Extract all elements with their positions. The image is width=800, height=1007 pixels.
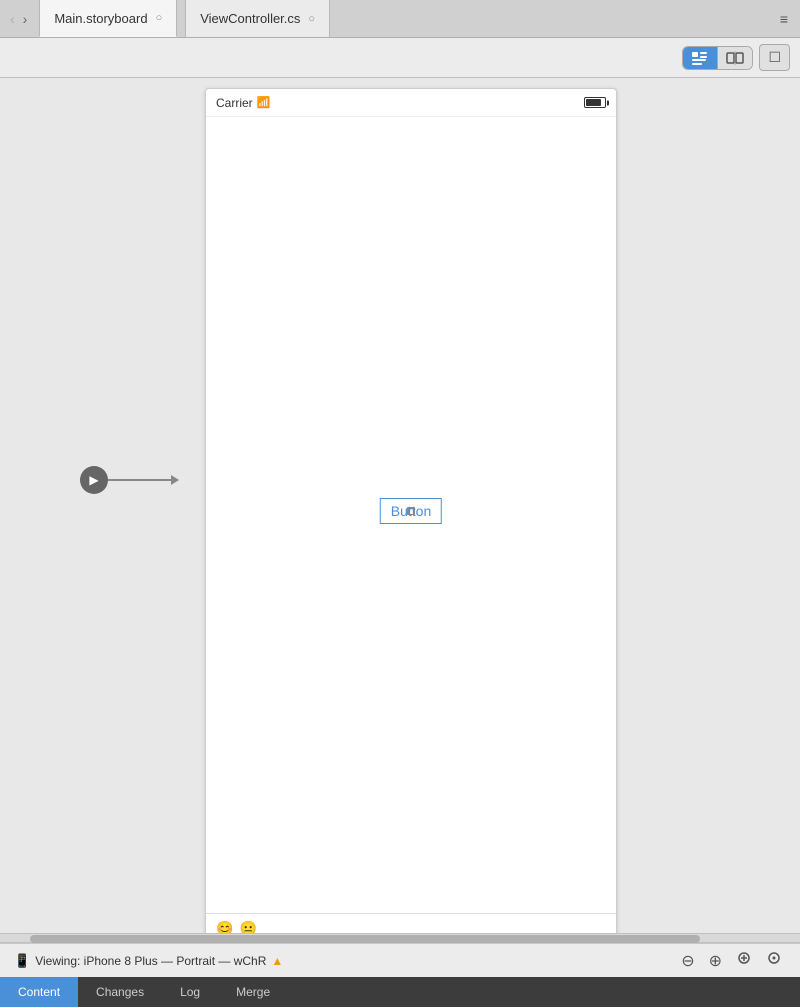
carrier-label: Carrier 📶 [216,96,270,110]
phone-icon: 📱 [14,953,30,969]
tab-log[interactable]: Log [162,977,218,1007]
inspector-button[interactable]: ☐ [759,44,790,71]
tab-dropdown-button[interactable]: ≡ [774,7,794,31]
toolbar: ☐ [0,38,800,78]
bottom-status-bar: 📱 Viewing: iPhone 8 Plus — Portrait — wC… [0,943,800,977]
emoji-smiley-icon: 😊 [216,920,233,933]
tab-merge[interactable]: Merge [218,977,288,1007]
tab-content-label: Content [18,985,60,999]
zoom-out-button[interactable]: ⊖ [677,949,698,973]
tab-log-label: Log [180,985,200,999]
wifi-icon: 📶 [257,96,271,109]
tab-changes-label: Changes [96,985,144,999]
standard-editor-button[interactable] [683,47,718,69]
tab-merge-label: Merge [236,985,270,999]
tab-back-button[interactable]: ‹ [6,10,19,28]
tab-bar: ‹ › Main.storyboard ○ ViewController.cs … [0,0,800,38]
arrow-line [108,479,178,481]
bottom-tab-bar: Content Changes Log Merge [0,977,800,1007]
status-bar: Carrier 📶 [206,89,616,117]
button-label: Button [391,503,431,519]
split-icon [726,51,744,65]
tab-viewcontroller-close[interactable]: ○ [308,13,315,25]
warning-icon[interactable]: ▲ [271,954,283,968]
horizontal-scrollbar[interactable] [0,933,800,943]
zoom-in-button[interactable]: ⊕ [705,949,726,973]
zoom-reset-button[interactable] [762,948,786,973]
tab-changes[interactable]: Changes [78,977,162,1007]
battery-icon [584,97,606,108]
emoji-neutral-icon: 😐 [239,920,256,933]
arrow-circle-icon: ▶ [80,466,108,494]
tab-forward-button[interactable]: › [19,10,32,28]
device-bottom-bar: 😊 😐 [206,913,616,933]
view-content: Button [206,117,616,913]
view-switcher-group [682,46,753,70]
tab-viewcontroller-label: ViewController.cs [200,11,300,26]
canvas-area: ▶ Carrier 📶 [0,78,800,933]
zoom-fit-icon [736,950,752,966]
viewing-info: 📱 Viewing: iPhone 8 Plus — Portrait — wC… [14,953,283,969]
carrier-text: Carrier [216,96,253,110]
tab-main-storyboard-label: Main.storyboard [54,11,147,26]
tab-content[interactable]: Content [0,977,78,1007]
viewing-text: Viewing: iPhone 8 Plus — Portrait — wChR [35,954,266,968]
zoom-fit-button[interactable] [732,948,756,973]
zoom-controls: ⊖ ⊕ [677,948,786,973]
storyboard-entry-arrow: ▶ [80,466,178,494]
ui-button[interactable]: Button [380,498,442,524]
zoom-reset-icon [766,950,782,966]
tab-main-storyboard[interactable]: Main.storyboard ○ [39,0,177,37]
tab-main-storyboard-close[interactable]: ○ [156,12,163,24]
grid-icon [691,51,709,65]
scrollbar-thumb[interactable] [30,935,700,943]
tab-viewcontroller[interactable]: ViewController.cs ○ [185,0,330,37]
device-frame: Carrier 📶 B [205,88,617,933]
assistant-editor-button[interactable] [718,47,752,69]
